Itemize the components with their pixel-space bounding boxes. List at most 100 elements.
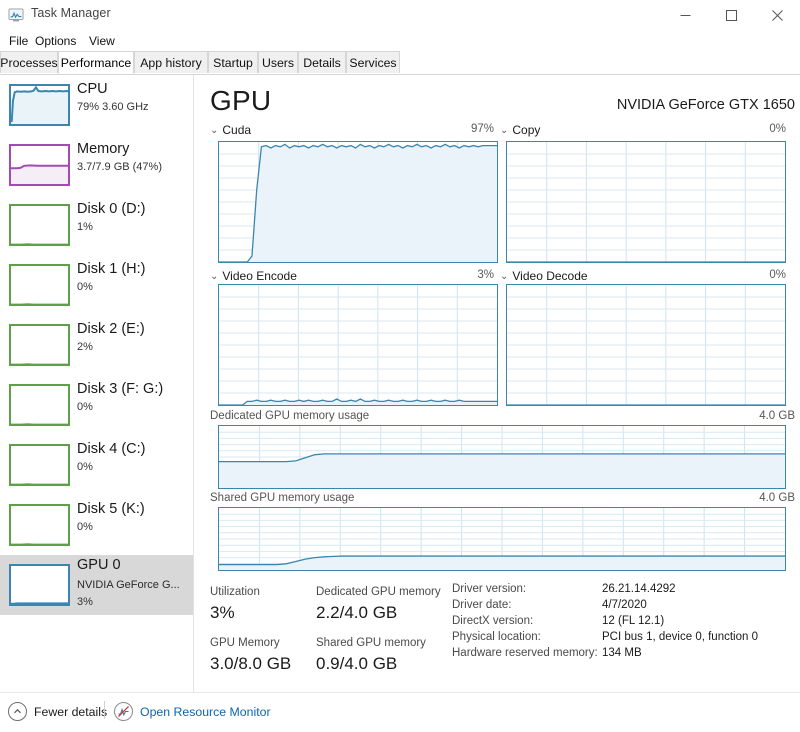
- tab-startup[interactable]: Startup: [208, 51, 258, 73]
- resource-sidebar[interactable]: CPU 79% 3.60 GHz Memory 3.7/7.9 GB (47%) Dis…: [0, 75, 194, 692]
- info-key: Driver date:: [452, 599, 512, 611]
- sidebar-item-disk-5-k[interactable]: Disk 5 (K:) 0%: [0, 495, 193, 555]
- sidebar-thumbnail-graph: [9, 324, 70, 366]
- tab-details[interactable]: Details: [298, 51, 346, 73]
- sidebar-item-detail: 3.7/7.9 GB (47%): [77, 161, 162, 173]
- tab-strip: Processes Performance App history Startup Us…: [0, 51, 800, 75]
- sidebar-item-cpu[interactable]: CPU 79% 3.60 GHz: [0, 75, 193, 135]
- open-resource-monitor-label: Open Resource Monitor: [140, 704, 271, 719]
- sidebar-item-detail: 0%: [77, 461, 93, 473]
- window-title: Task Manager: [31, 6, 111, 20]
- sidebar-item-disk-4-c[interactable]: Disk 4 (C:) 0%: [0, 435, 193, 495]
- graph-header-cuda[interactable]: ⌄ Cuda 97%: [210, 123, 494, 139]
- sidebar-item-disk-3-f-g[interactable]: Disk 3 (F: G:) 0%: [0, 375, 193, 435]
- resource-monitor-icon: [114, 702, 133, 721]
- sidebar-thumbnail-graph: [9, 144, 70, 186]
- graph-value-video-decode: 0%: [769, 269, 786, 281]
- sidebar-item-disk-2-e[interactable]: Disk 2 (E:) 2%: [0, 315, 193, 375]
- tab-label: Details: [303, 55, 341, 70]
- sidebar-item-name: CPU: [77, 81, 108, 97]
- stat-value-gpu-memory: 3.0/8.0 GB: [210, 654, 292, 673]
- sidebar-item-disk-0-d[interactable]: Disk 0 (D:) 1%: [0, 195, 193, 255]
- tab-processes[interactable]: Processes: [0, 51, 58, 73]
- info-key: Physical location:: [452, 631, 541, 643]
- dedicated-memory-capacity: 4.0 GB: [759, 410, 795, 422]
- info-key: Hardware reserved memory:: [452, 647, 598, 659]
- tab-label: Startup: [213, 55, 253, 70]
- sidebar-item-detail: 2%: [77, 341, 93, 353]
- graph-header-video-decode[interactable]: ⌄ Video Decode 0%: [500, 269, 786, 285]
- info-value: 4/7/2020: [602, 599, 647, 611]
- title-bar: Task Manager: [0, 0, 800, 30]
- stat-label-utilization: Utilization: [210, 586, 260, 598]
- open-resource-monitor-link[interactable]: Open Resource Monitor: [114, 702, 271, 721]
- graph-value-video-encode: 3%: [477, 269, 494, 281]
- sidebar-item-detail: 79% 3.60 GHz: [77, 101, 149, 113]
- info-value: 134 MB: [602, 647, 642, 659]
- sidebar-thumbnail-graph: [9, 504, 70, 546]
- status-bar: Fewer details Open Resource Monitor: [0, 692, 800, 732]
- tab-label: Services: [349, 55, 397, 70]
- sidebar-item-memory[interactable]: Memory 3.7/7.9 GB (47%): [0, 135, 193, 195]
- sidebar-item-disk-1-h[interactable]: Disk 1 (H:) 0%: [0, 255, 193, 315]
- graph-label-copy: Copy: [512, 123, 541, 137]
- sidebar-item-gpu-0[interactable]: GPU 0 NVIDIA GeForce G... 3%: [0, 555, 193, 615]
- tab-label: Users: [261, 55, 295, 70]
- info-value: 12 (FL 12.1): [602, 615, 665, 627]
- stat-value-dedicated-gpu-memory: 2.2/4.0 GB: [316, 603, 398, 622]
- graph-label-video-decode: Video Decode: [512, 269, 588, 283]
- info-value: PCI bus 1, device 0, function 0: [602, 631, 758, 643]
- gpu-detail-panel: GPU NVIDIA GeForce GTX 1650 ⌄ Cuda 97% ⌄ C…: [194, 75, 800, 692]
- sidebar-thumbnail-graph: [9, 384, 70, 426]
- close-icon[interactable]: [754, 0, 800, 30]
- chevron-down-icon: ⌄: [500, 125, 509, 136]
- sidebar-item-name: Disk 2 (E:): [77, 321, 145, 337]
- gpu-model-label: NVIDIA GeForce GTX 1650: [616, 97, 795, 113]
- sidebar-item-name: Disk 3 (F: G:): [77, 381, 164, 397]
- stat-value-utilization: 3%: [210, 603, 235, 622]
- sidebar-item-detail: 0%: [77, 281, 93, 293]
- graph-label-cuda: Cuda: [222, 123, 252, 137]
- fewer-details-label: Fewer details: [34, 704, 108, 719]
- stat-label-shared-gpu-memory: Shared GPU memory: [316, 637, 426, 649]
- graph-label-video-encode: Video Encode: [222, 269, 297, 283]
- tab-label: App history: [140, 55, 202, 70]
- tab-users[interactable]: Users: [258, 51, 298, 73]
- maximize-icon[interactable]: [708, 0, 754, 30]
- tab-performance[interactable]: Performance: [58, 51, 134, 74]
- sidebar-item-usage: 3%: [77, 596, 93, 608]
- tab-label: Processes: [0, 55, 58, 70]
- graph-header-video-encode[interactable]: ⌄ Video Encode 3%: [210, 269, 494, 285]
- graph-header-copy[interactable]: ⌄ Copy 0%: [500, 123, 786, 139]
- sidebar-item-detail: 0%: [77, 401, 93, 413]
- graph-video-encode: [218, 284, 498, 406]
- task-manager-icon: [8, 7, 24, 23]
- sidebar-thumbnail-graph: [9, 264, 70, 306]
- dedicated-memory-label: Dedicated GPU memory usage: [210, 410, 370, 422]
- sidebar-item-name: GPU 0: [77, 557, 121, 573]
- chevron-down-icon: ⌄: [210, 271, 219, 282]
- status-divider: [104, 701, 105, 719]
- graph-video-decode: [506, 284, 786, 406]
- graph-dedicated-gpu-memory: [218, 425, 786, 489]
- sidebar-item-name: Memory: [77, 141, 130, 157]
- stat-label-dedicated-gpu-memory: Dedicated GPU memory: [316, 586, 441, 598]
- tab-app-history[interactable]: App history: [134, 51, 208, 73]
- stat-value-shared-gpu-memory: 0.9/4.0 GB: [316, 654, 398, 673]
- menu-item-view[interactable]: View: [85, 33, 119, 49]
- sidebar-item-name: Disk 4 (C:): [77, 441, 146, 457]
- tab-label: Performance: [60, 55, 132, 70]
- graph-copy: [506, 141, 786, 263]
- chevron-down-icon: ⌄: [500, 271, 509, 282]
- sidebar-thumbnail-graph: [9, 564, 70, 606]
- fewer-details-button[interactable]: Fewer details: [8, 702, 107, 721]
- tab-services[interactable]: Services: [346, 51, 400, 73]
- page-title: GPU: [210, 85, 272, 116]
- sidebar-item-name: Disk 5 (K:): [77, 501, 145, 517]
- minimize-icon[interactable]: [662, 0, 708, 30]
- graph-value-cuda: 97%: [470, 123, 494, 135]
- menu-item-file[interactable]: File: [5, 33, 32, 49]
- menu-item-options[interactable]: Options: [31, 33, 80, 49]
- info-value: 26.21.14.4292: [602, 583, 676, 595]
- stat-label-gpu-memory: GPU Memory: [210, 637, 280, 649]
